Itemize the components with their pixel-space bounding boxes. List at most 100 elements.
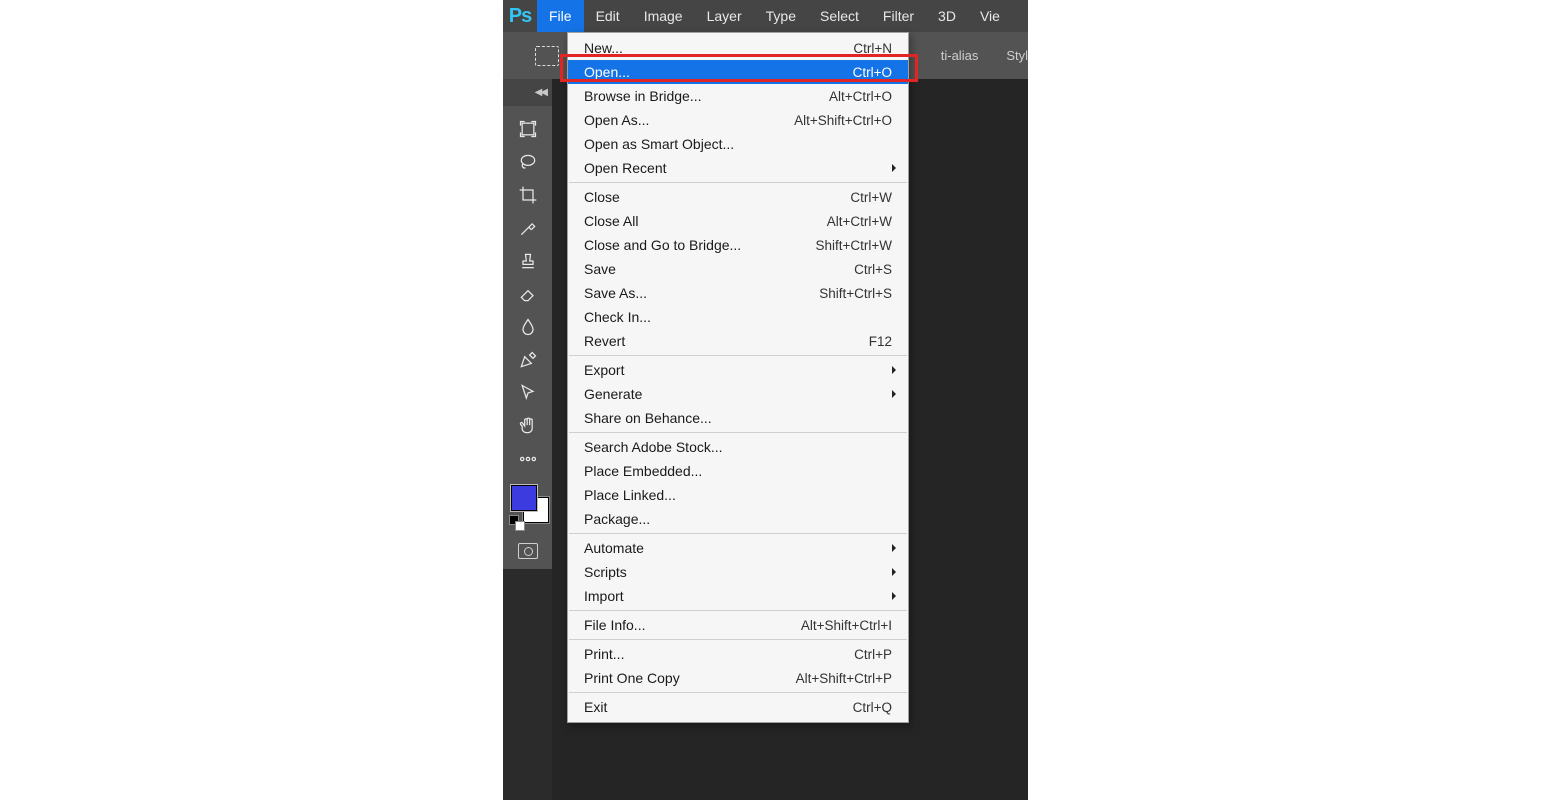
- menuitem-label: Automate: [584, 540, 644, 556]
- pen-tool[interactable]: [503, 343, 552, 376]
- menu-vie[interactable]: Vie: [968, 0, 1012, 32]
- menuitem-shortcut: F12: [869, 334, 892, 349]
- menuitem-label: Place Linked...: [584, 487, 676, 503]
- menuitem-close-and-go-to-bridge[interactable]: Close and Go to Bridge... Shift+Ctrl+W: [568, 233, 908, 257]
- menu-separator: [569, 692, 907, 693]
- menuitem-label: Export: [584, 362, 624, 378]
- artboard-tool[interactable]: [503, 112, 552, 145]
- menuitem-label: Open Recent: [584, 160, 667, 176]
- menuitem-shortcut: Alt+Shift+Ctrl+O: [794, 113, 892, 128]
- foreground-color-swatch[interactable]: [511, 485, 537, 511]
- menubar: Ps FileEditImageLayerTypeSelectFilter3DV…: [503, 0, 1028, 32]
- menuitem-label: Close and Go to Bridge...: [584, 237, 741, 253]
- menuitem-label: Print...: [584, 646, 624, 662]
- menuitem-open[interactable]: Open... Ctrl+O: [568, 60, 908, 84]
- menuitem-shortcut: Shift+Ctrl+W: [815, 238, 892, 253]
- menuitem-shortcut: Ctrl+N: [853, 41, 892, 56]
- crop-tool[interactable]: [503, 178, 552, 211]
- menuitem-label: Close: [584, 189, 620, 205]
- menuitem-check-in[interactable]: Check In...: [568, 305, 908, 329]
- menuitem-label: Import: [584, 588, 624, 604]
- menuitem-label: Place Embedded...: [584, 463, 702, 479]
- menuitem-label: Save As...: [584, 285, 647, 301]
- menu-image[interactable]: Image: [632, 0, 695, 32]
- marquee-tool-preset-icon[interactable]: [535, 46, 559, 66]
- menuitem-label: Close All: [584, 213, 638, 229]
- eraser-tool[interactable]: [503, 277, 552, 310]
- menuitem-label: Print One Copy: [584, 670, 680, 686]
- menuitem-shortcut: Alt+Shift+Ctrl+I: [801, 618, 892, 633]
- menu-file[interactable]: File: [537, 0, 584, 32]
- menuitem-scripts[interactable]: Scripts: [568, 560, 908, 584]
- menu-layer[interactable]: Layer: [695, 0, 754, 32]
- blur-tool[interactable]: [503, 310, 552, 343]
- menuitem-exit[interactable]: ExitCtrl+Q: [568, 695, 908, 719]
- path-select-tool[interactable]: [503, 376, 552, 409]
- menuitem-print-one-copy[interactable]: Print One Copy Alt+Shift+Ctrl+P: [568, 666, 908, 690]
- menuitem-label: Save: [584, 261, 616, 277]
- menu-separator: [569, 355, 907, 356]
- panel-collapse-bar[interactable]: ◀◀: [503, 79, 552, 106]
- menuitem-new[interactable]: New... Ctrl+N: [568, 36, 908, 60]
- menuitem-label: File Info...: [584, 617, 645, 633]
- photoshop-window: Ps FileEditImageLayerTypeSelectFilter3DV…: [503, 0, 1028, 800]
- hand-tool[interactable]: [503, 409, 552, 442]
- clone-stamp-tool[interactable]: [503, 244, 552, 277]
- menu-select[interactable]: Select: [808, 0, 871, 32]
- menu-separator: [569, 182, 907, 183]
- menuitem-export[interactable]: Export: [568, 358, 908, 382]
- menuitem-label: Share on Behance...: [584, 410, 712, 426]
- menuitem-shortcut: Ctrl+P: [854, 647, 892, 662]
- menuitem-shortcut: Alt+Shift+Ctrl+P: [796, 671, 892, 686]
- menuitem-shortcut: Shift+Ctrl+S: [819, 286, 892, 301]
- menuitem-open-as[interactable]: Open As... Alt+Shift+Ctrl+O: [568, 108, 908, 132]
- menuitem-label: Revert: [584, 333, 625, 349]
- menuitem-browse-in-bridge[interactable]: Browse in Bridge... Alt+Ctrl+O: [568, 84, 908, 108]
- menuitem-place-linked[interactable]: Place Linked...: [568, 483, 908, 507]
- menuitem-label: Open As...: [584, 112, 649, 128]
- default-colors-icon2: [515, 521, 525, 531]
- menuitem-print[interactable]: Print... Ctrl+P: [568, 642, 908, 666]
- eyedropper-tool[interactable]: [503, 211, 552, 244]
- menuitem-shortcut: Ctrl+W: [850, 190, 892, 205]
- menu-separator: [569, 432, 907, 433]
- menuitem-label: Generate: [584, 386, 642, 402]
- menuitem-shortcut: Ctrl+O: [853, 65, 892, 80]
- toolbar: [503, 106, 552, 569]
- more-tools[interactable]: [503, 442, 552, 475]
- app-logo: Ps: [503, 0, 537, 32]
- quick-mask-toggle[interactable]: [503, 533, 552, 569]
- menuitem-shortcut: Alt+Ctrl+W: [827, 214, 892, 229]
- menuitem-open-recent[interactable]: Open Recent: [568, 156, 908, 180]
- menu-type[interactable]: Type: [754, 0, 808, 32]
- menuitem-automate[interactable]: Automate: [568, 536, 908, 560]
- menuitem-close-all[interactable]: Close All Alt+Ctrl+W: [568, 209, 908, 233]
- menuitem-save[interactable]: SaveCtrl+S: [568, 257, 908, 281]
- menuitem-open-as-smart-object[interactable]: Open as Smart Object...: [568, 132, 908, 156]
- menuitem-close[interactable]: Close Ctrl+W: [568, 185, 908, 209]
- menuitem-label: Package...: [584, 511, 650, 527]
- menuitem-import[interactable]: Import: [568, 584, 908, 608]
- menuitem-share-on-behance[interactable]: Share on Behance...: [568, 406, 908, 430]
- menuitem-label: Browse in Bridge...: [584, 88, 702, 104]
- menuitem-file-info[interactable]: File Info... Alt+Shift+Ctrl+I: [568, 613, 908, 637]
- menuitem-generate[interactable]: Generate: [568, 382, 908, 406]
- menuitem-label: New...: [584, 40, 623, 56]
- menu-separator: [569, 533, 907, 534]
- file-menu: New... Ctrl+N Open... Ctrl+O Browse in Bridg…: [567, 32, 909, 723]
- menu-separator: [569, 639, 907, 640]
- menuitem-shortcut: Alt+Ctrl+O: [829, 89, 892, 104]
- menuitem-package[interactable]: Package...: [568, 507, 908, 531]
- menuitem-revert[interactable]: Revert F12: [568, 329, 908, 353]
- lasso-tool[interactable]: [503, 145, 552, 178]
- menuitem-place-embedded[interactable]: Place Embedded...: [568, 459, 908, 483]
- menu-filter[interactable]: Filter: [871, 0, 926, 32]
- menu-edit[interactable]: Edit: [584, 0, 632, 32]
- menuitem-save-as[interactable]: Save As... Shift+Ctrl+S: [568, 281, 908, 305]
- menuitem-label: Open...: [584, 64, 630, 80]
- menuitem-search-adobe-stock[interactable]: Search Adobe Stock...: [568, 435, 908, 459]
- menu-3d[interactable]: 3D: [926, 0, 968, 32]
- menuitem-label: Exit: [584, 699, 607, 715]
- anti-alias-label: ti-alias: [941, 48, 979, 63]
- color-swatches[interactable]: [503, 481, 552, 531]
